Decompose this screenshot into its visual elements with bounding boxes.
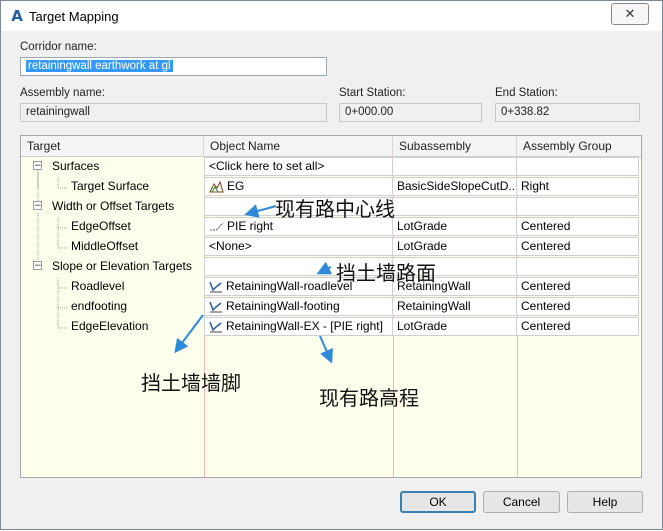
arrow-wall-footing bbox=[174, 314, 204, 354]
cancel-button[interactable]: Cancel bbox=[483, 491, 560, 513]
annotation-wall-footing: 挡土墙墙脚 bbox=[141, 371, 241, 395]
annotation-arrows bbox=[174, 204, 333, 364]
annotation-road-elevation: 现有路高程 bbox=[319, 386, 419, 410]
annotation-wall-road-surface: 挡土墙路面 bbox=[336, 261, 436, 285]
ok-button[interactable]: OK bbox=[400, 491, 476, 513]
arrow-centerline bbox=[244, 204, 277, 218]
help-button[interactable]: Help bbox=[567, 491, 643, 513]
annotation-centerline: 现有路中心线 bbox=[275, 197, 395, 221]
arrow-road-surface bbox=[316, 261, 333, 275]
arrow-road-elevation bbox=[319, 335, 333, 364]
target-mapping-dialog: A Target Mapping ✕ Corridor name: retain… bbox=[0, 0, 663, 530]
